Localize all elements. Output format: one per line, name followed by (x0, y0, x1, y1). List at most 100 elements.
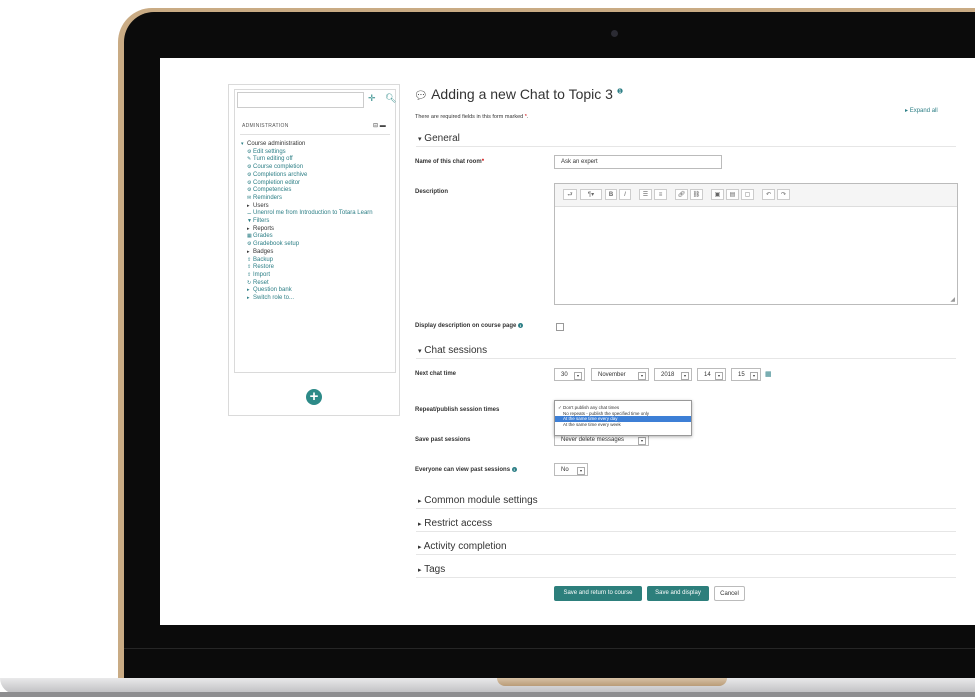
sidebar-item-turn-editing-off[interactable]: ✎ Turn editing off (241, 156, 391, 164)
redo-icon[interactable]: ↷ (777, 189, 790, 200)
sidebar-item-course-administration[interactable]: ▾ Course administration (241, 141, 391, 149)
required-star: * (524, 114, 527, 120)
divider (416, 358, 956, 359)
dropdown-option[interactable]: At the same time every week (555, 422, 691, 428)
expand-all-link[interactable]: ▸ Expand all (905, 107, 938, 114)
chevron-down-icon: ▾ (750, 372, 758, 380)
sidebar-item-import[interactable]: ⇪ Import (241, 272, 391, 280)
divider (416, 577, 956, 578)
display-description-checkbox[interactable] (556, 323, 564, 331)
divider (416, 554, 956, 555)
help-icon[interactable]: i (518, 323, 524, 328)
section-activity-completion[interactable]: ▸ Activity completion (418, 541, 507, 552)
camera-icon (611, 30, 618, 37)
day-select[interactable]: 30 ▾ (554, 368, 585, 381)
section-tags[interactable]: ▸ Tags (418, 564, 445, 575)
check-icon: ✓ (558, 405, 562, 410)
help-icon[interactable]: i (511, 467, 517, 472)
sidebar-item-grades[interactable]: ▦Grades (241, 233, 391, 241)
image-icon[interactable]: ▣ (711, 189, 724, 200)
chat-name-input[interactable]: Ask an expert (554, 155, 722, 169)
paragraph-style-button[interactable]: ¶▾ (580, 189, 602, 200)
save-and-display-button[interactable]: Save and display (647, 586, 709, 601)
month-select[interactable]: November ▾ (591, 368, 649, 381)
sidebar-item-reminders[interactable]: ✉ Reminders (241, 195, 391, 203)
sidebar-item-reports[interactable]: ▸ Reports (241, 226, 391, 234)
divider (416, 531, 956, 532)
chevron-down-icon: ▾ (715, 372, 723, 380)
laptop-divider (124, 648, 975, 649)
add-block-button[interactable]: + (306, 389, 322, 405)
unlink-icon[interactable]: ⛓ (690, 189, 703, 200)
sidebar-item-switch-role[interactable]: ▸ Switch role to... (241, 295, 391, 303)
sidebar-item-reset[interactable]: ↻ Reset (241, 280, 391, 288)
laptop-notch (497, 678, 727, 686)
screen: ✛ 🔍︎ ADMINISTRATION ⊟ ▬ ▾ Course administ… (160, 58, 975, 625)
sidebar-item-competencies[interactable]: ⚙ Competencies (241, 187, 391, 195)
caret-right-icon: ▸ (418, 567, 422, 574)
sidebar-item-question-bank[interactable]: ▸ Question bank (241, 287, 391, 295)
sidebar-item-completions-archive[interactable]: ⚙ Completions archive (241, 172, 391, 180)
media-icon[interactable]: ▤ (726, 189, 739, 200)
link-icon[interactable]: 🔗︎ (675, 189, 688, 200)
block-controls[interactable]: ⊟ ▬ (373, 122, 386, 129)
sidebar-item-badges[interactable]: ▸ Badges (241, 249, 391, 257)
search-icon[interactable]: 🔍︎ (385, 93, 396, 104)
undo-icon[interactable]: ↶ (762, 189, 775, 200)
chat-icon: 💬︎ (414, 90, 428, 102)
everyone-view-label: Everyone can view past sessions i (415, 467, 517, 474)
italic-button[interactable]: I (619, 189, 631, 200)
save-past-sessions-label: Save past sessions (415, 437, 471, 443)
minute-select[interactable]: 15 ▾ (731, 368, 761, 381)
caret-right-icon: ▸ (418, 521, 422, 528)
repeat-sessions-label: Repeat/publish session times (415, 407, 500, 413)
section-chat-sessions[interactable]: ▾ Chat sessions (418, 345, 487, 356)
section-restrict-access[interactable]: ▸ Restrict access (418, 518, 492, 529)
numbered-list-button[interactable]: ≡ (654, 189, 667, 200)
year-select[interactable]: 2018 ▾ (654, 368, 692, 381)
editor-toolbar: ⮐ ¶▾ B I ☰ ≡ 🔗︎ ⛓ ▣ ▤ ▢ ↶ ↷ (555, 184, 957, 207)
calendar-icon[interactable]: ▦ (765, 370, 772, 378)
save-and-return-button[interactable]: Save and return to course (554, 586, 642, 601)
sidebar-item-gradebook-setup[interactable]: ⚙ Gradebook setup (241, 241, 391, 249)
sidebar-item-unenrol[interactable]: ⚊ Unenrol me from Introduction to Totara … (241, 210, 391, 218)
caret-right-icon: ▸ (418, 498, 422, 505)
hour-select[interactable]: 14 ▾ (697, 368, 726, 381)
administration-block: ✛ 🔍︎ ADMINISTRATION ⊟ ▬ ▾ Course administ… (228, 84, 400, 416)
description-editor[interactable]: ⮐ ¶▾ B I ☰ ≡ 🔗︎ ⛓ ▣ ▤ ▢ ↶ ↷ ◢ (554, 183, 958, 305)
section-common-module-settings[interactable]: ▸ Common module settings (418, 495, 538, 506)
bold-button[interactable]: B (605, 189, 617, 200)
divider (240, 134, 390, 135)
manage-files-icon[interactable]: ▢ (741, 189, 754, 200)
chevron-down-icon: ▾ (681, 372, 689, 380)
section-general[interactable]: ▾ General (418, 133, 460, 144)
resize-handle[interactable]: ◢ (950, 296, 955, 303)
sidebar-item-completion-editor[interactable]: ⚙ Completion editor (241, 180, 391, 188)
chat-name-label: Name of this chat room* (415, 159, 485, 165)
divider (416, 146, 956, 147)
block-search-input[interactable] (237, 92, 364, 108)
caret-right-icon: ▸ (418, 544, 422, 551)
sidebar-item-filters[interactable]: ▼Filters (241, 218, 391, 226)
chevron-down-icon: ▾ (638, 372, 646, 380)
caret-down-icon: ▾ (418, 136, 422, 143)
sidebar-item-edit-settings[interactable]: ⚙ Edit settings (241, 149, 391, 157)
sidebar-item-restore[interactable]: ⇪ Restore (241, 264, 391, 272)
move-icon[interactable]: ✛ (368, 93, 376, 104)
everyone-view-select[interactable]: No ▾ (554, 463, 588, 476)
display-description-label: Display description on course page i (415, 323, 524, 330)
help-icon[interactable]: ❶ (617, 88, 623, 95)
sidebar-item-course-completion[interactable]: ⚙ Course completion (241, 164, 391, 172)
sidebar-item-users[interactable]: ▸ Users (241, 203, 391, 211)
chevron-down-icon: ▾ (574, 372, 582, 380)
caret-down-icon: ▾ (418, 348, 422, 355)
sidebar-item-backup[interactable]: ⇪ Backup (241, 257, 391, 265)
repeat-sessions-dropdown[interactable]: ✓ Don't publish any chat times No repeats… (554, 400, 692, 436)
laptop-chin (124, 626, 975, 678)
cancel-button[interactable]: Cancel (714, 586, 745, 601)
collapse-toolbar-button[interactable]: ⮐ (563, 189, 577, 200)
divider (416, 508, 956, 509)
bullet-list-button[interactable]: ☰ (639, 189, 652, 200)
administration-panel: ✛ 🔍︎ ADMINISTRATION ⊟ ▬ ▾ Course administ… (234, 89, 396, 373)
chevron-down-icon: ▾ (577, 467, 585, 475)
